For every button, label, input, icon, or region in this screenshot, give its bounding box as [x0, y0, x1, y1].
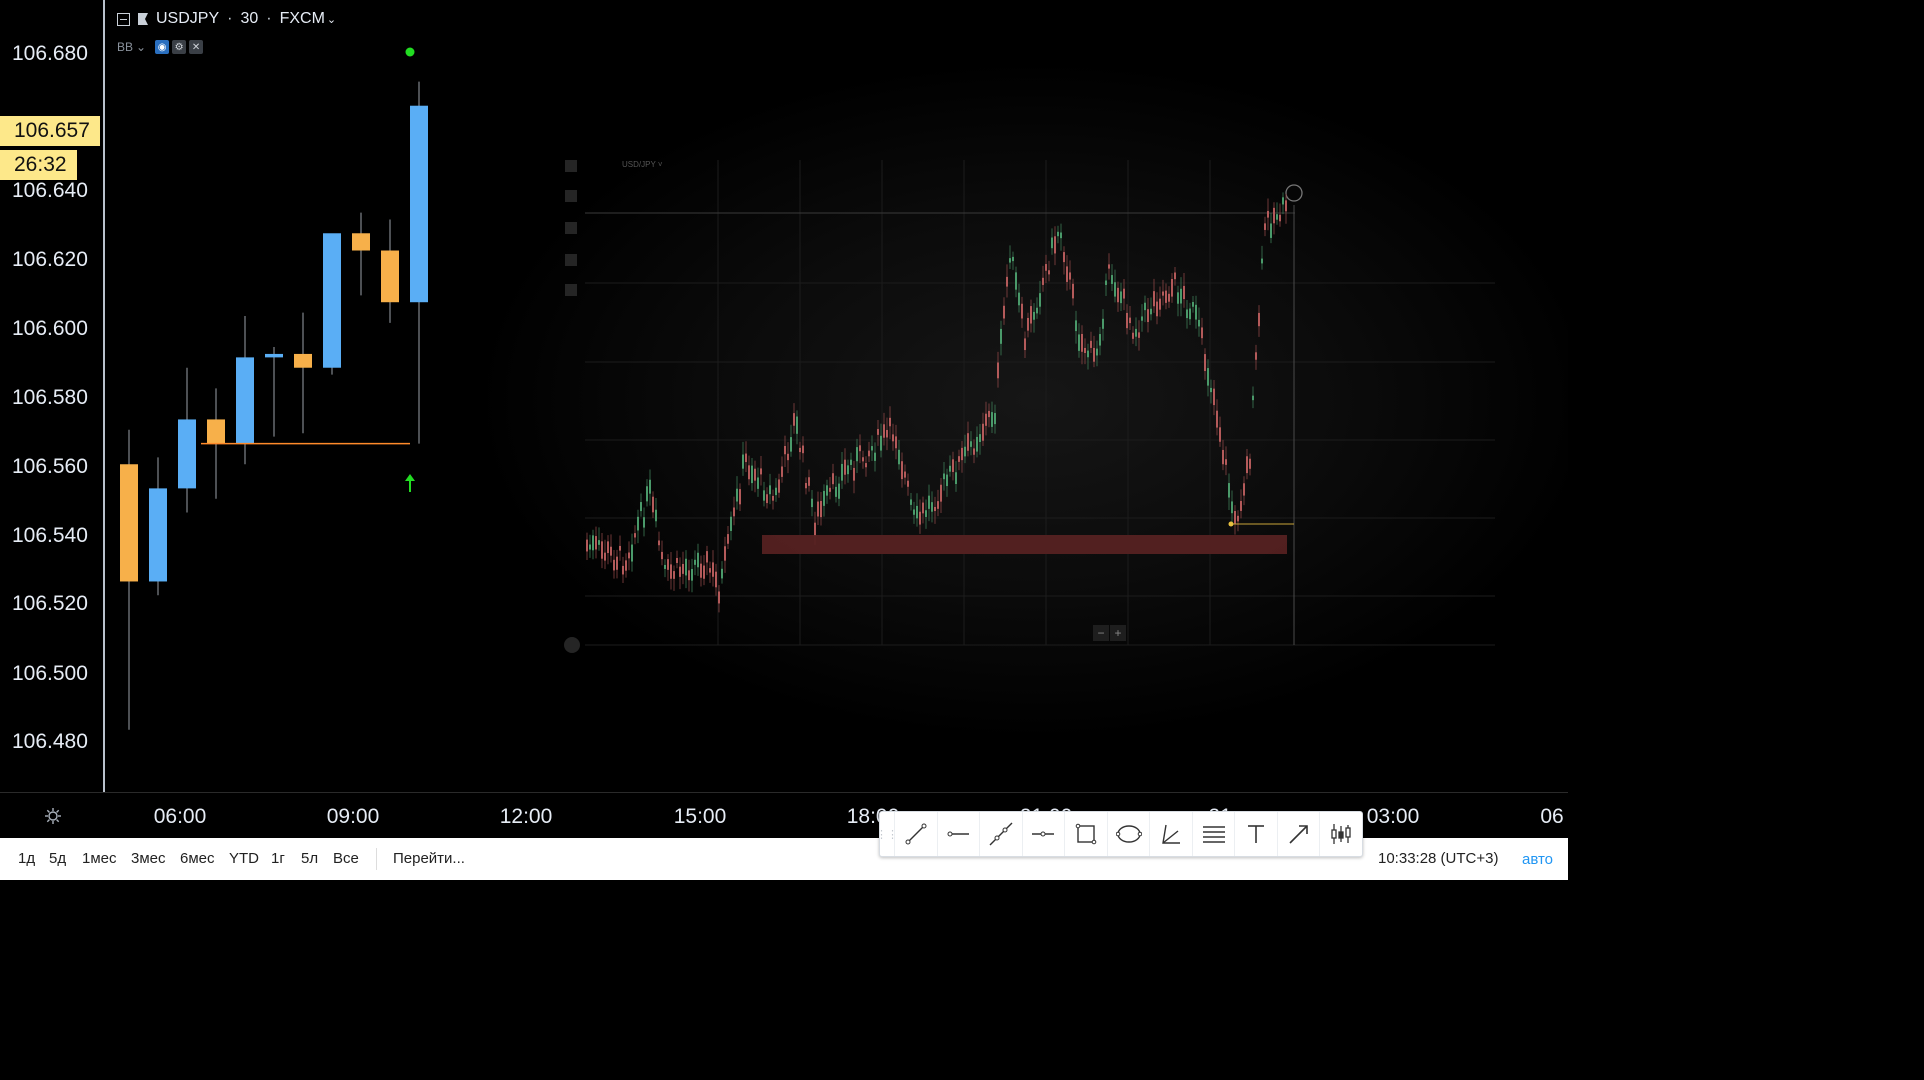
horizontal-ray-tool[interactable]: [936, 812, 980, 856]
current-price-tag: 106.657: [0, 116, 100, 146]
angle-tool[interactable]: [1149, 812, 1192, 856]
candlestick-tool[interactable]: [1319, 812, 1362, 856]
horizontal-ray-icon: [947, 831, 970, 837]
candle-body: [410, 105, 428, 303]
trend-line-tool[interactable]: [894, 812, 937, 856]
time-label: 06: [1540, 805, 1564, 828]
period-button[interactable]: Все: [333, 850, 359, 867]
arrow-tool[interactable]: [1276, 812, 1320, 856]
interval-label[interactable]: 30: [240, 10, 258, 28]
price-label: 106.580: [12, 386, 88, 409]
indicator-legend: BB ⌄ ◉ ⚙ ✕: [117, 40, 204, 54]
drawing-toolbar: ⋮⋮: [876, 811, 1363, 857]
indicator-name[interactable]: BB: [117, 40, 133, 54]
ellipse-icon: [1115, 825, 1142, 843]
flag-icon: [138, 13, 148, 25]
text-tool[interactable]: [1234, 812, 1277, 856]
price-label: 106.680: [12, 42, 88, 65]
candle-body: [207, 419, 225, 444]
period-button[interactable]: 5л: [301, 850, 318, 867]
candle-body: [120, 464, 138, 582]
legend-separator: ·: [266, 10, 272, 27]
period-button[interactable]: 1д: [18, 850, 35, 867]
collapse-icon[interactable]: [117, 12, 130, 26]
up-arrow-icon: [405, 474, 415, 492]
candle-body: [323, 233, 341, 368]
auto-scale-button[interactable]: авто: [1522, 851, 1553, 868]
period-button[interactable]: 1мес: [82, 850, 117, 867]
parallel-lines-tool[interactable]: [1191, 812, 1235, 856]
time-label: 06:00: [153, 805, 207, 828]
price-axis[interactable]: 106.680 106.640 106.620 106.600 106.580 …: [0, 0, 104, 792]
symbol-name[interactable]: USDJPY: [156, 10, 219, 28]
drag-handle-icon[interactable]: ⋮⋮: [876, 812, 898, 856]
horizontal-line-tool[interactable]: [1021, 812, 1065, 856]
time-label: 03:00: [1366, 805, 1420, 828]
candle-body: [352, 233, 370, 251]
candle-body: [265, 353, 283, 358]
legend-separator: ·: [227, 10, 233, 27]
chevron-down-icon[interactable]: ⌄: [136, 40, 146, 54]
candlestick-series: [120, 47, 428, 730]
candle-body: [236, 357, 254, 444]
price-label: 106.480: [12, 730, 88, 753]
clock-display[interactable]: 10:33:28 (UTC+3): [1378, 850, 1498, 867]
time-label: 12:00: [499, 805, 553, 828]
price-label: 106.560: [12, 455, 88, 478]
period-button[interactable]: YTD: [229, 850, 259, 867]
price-label: 106.500: [12, 662, 88, 685]
period-button[interactable]: 6мес: [180, 850, 215, 867]
goto-date-button[interactable]: Перейти...: [393, 850, 465, 867]
rectangle-tool[interactable]: [1064, 812, 1107, 856]
extended-line-icon: [989, 822, 1013, 846]
price-label: 106.540: [12, 524, 88, 547]
extended-line-tool[interactable]: [979, 812, 1022, 856]
time-label: 09:00: [326, 805, 380, 828]
gear-icon[interactable]: ⚙: [172, 40, 187, 54]
exchange-label[interactable]: FXCM: [280, 10, 325, 28]
candle-body: [294, 353, 312, 368]
chart-pane[interactable]: − + USD/JPY ˅ USDJPY · 30 · FXCM ⌄ BB ⌄ …: [105, 0, 1568, 792]
period-button[interactable]: 5д: [49, 850, 66, 867]
period-button[interactable]: 3мес: [131, 850, 166, 867]
parallel-lines-icon: [1202, 826, 1225, 843]
candlestick-icon: [1331, 824, 1351, 844]
ellipse-tool[interactable]: [1106, 812, 1150, 856]
price-label: 106.620: [12, 248, 88, 271]
candle-body: [149, 488, 167, 582]
arrow-icon: [1289, 825, 1308, 844]
eye-icon[interactable]: ◉: [155, 40, 170, 54]
rectangle-icon: [1075, 823, 1097, 845]
period-button[interactable]: 1г: [271, 850, 285, 867]
time-label: 15:00: [673, 805, 727, 828]
candle-body: [178, 419, 196, 489]
trend-line-icon: [905, 823, 927, 845]
price-label: 106.520: [12, 592, 88, 615]
close-icon[interactable]: ✕: [189, 40, 204, 54]
text-icon: [1248, 825, 1265, 843]
toolbar-divider: [376, 848, 377, 870]
chart-legend: USDJPY · 30 · FXCM ⌄: [117, 10, 336, 28]
horizontal-line-icon: [1032, 831, 1055, 837]
price-label: 106.600: [12, 317, 88, 340]
angle-icon: [1162, 824, 1181, 844]
settings-icon[interactable]: [44, 807, 62, 825]
price-label: 106.640: [12, 179, 88, 202]
bar-countdown-tag: 26:32: [0, 150, 77, 180]
chevron-down-icon[interactable]: ⌄: [327, 13, 336, 26]
signal-dot: [405, 47, 415, 57]
candle-body: [381, 250, 399, 303]
